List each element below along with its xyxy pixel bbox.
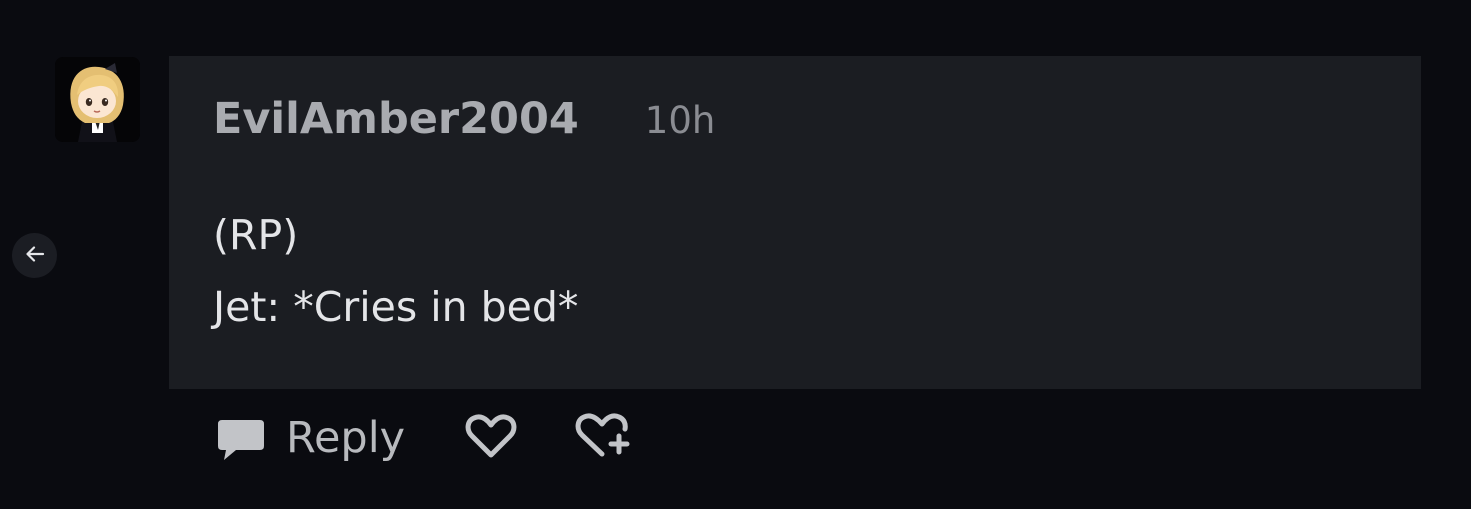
comment-body: (RP) Jet: *Cries in bed* — [213, 199, 578, 343]
comment-bubble: EvilAmber2004 10h (RP) Jet: *Cries in be… — [169, 56, 1421, 389]
arrow-left-icon — [24, 243, 46, 269]
heart-plus-icon — [575, 411, 633, 465]
username[interactable]: EvilAmber2004 — [213, 94, 579, 144]
heart-icon — [465, 412, 517, 464]
reply-label: Reply — [286, 413, 406, 463]
boost-button[interactable] — [575, 411, 633, 465]
like-button[interactable] — [465, 412, 517, 464]
comment-screen: EvilAmber2004 10h (RP) Jet: *Cries in be… — [0, 0, 1471, 509]
timestamp: 10h — [644, 99, 716, 142]
comment-header: EvilAmber2004 10h — [213, 94, 715, 144]
comment-line: (RP) — [213, 211, 299, 259]
reply-button[interactable]: Reply — [214, 411, 405, 465]
back-button[interactable] — [12, 233, 57, 278]
comment-line: Jet: *Cries in bed* — [213, 283, 579, 331]
comment-actions: Reply — [214, 408, 633, 468]
avatar[interactable] — [55, 57, 140, 142]
speech-bubble-icon — [214, 411, 266, 465]
